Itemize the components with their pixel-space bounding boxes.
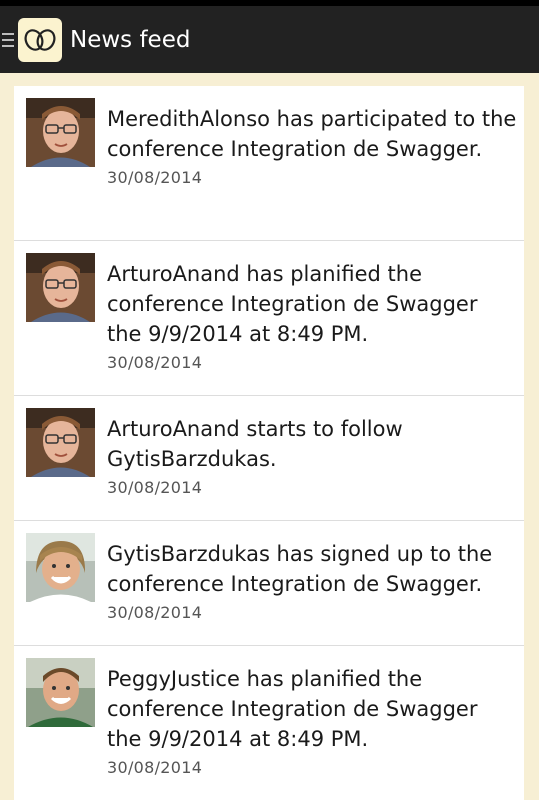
feed-date: 30/08/2014	[107, 168, 203, 187]
hamburger-menu-icon[interactable]	[2, 32, 14, 47]
feed-date: 30/08/2014	[107, 603, 203, 622]
feed-date: 30/08/2014	[107, 478, 203, 497]
avatar[interactable]	[26, 533, 95, 602]
feed-item-text: ArturoAnand has planified the conference…	[107, 259, 518, 372]
feed-item-text: MeredithAlonso has participated to the c…	[107, 104, 518, 187]
news-feed-list: MeredithAlonso has participated to the c…	[14, 86, 524, 800]
feed-message: MeredithAlonso has participated to the c…	[107, 107, 517, 161]
feed-item-text: GytisBarzdukas has signed up to the conf…	[107, 539, 518, 622]
avatar[interactable]	[26, 658, 95, 727]
feed-item-text: PeggyJustice has planified the conferenc…	[107, 664, 518, 777]
feed-item-text: ArturoAnand starts to follow GytisBarzdu…	[107, 414, 518, 497]
avatar[interactable]	[26, 408, 95, 477]
feed-item[interactable]: MeredithAlonso has participated to the c…	[14, 86, 524, 241]
feed-item[interactable]: ArturoAnand has planified the conference…	[14, 241, 524, 396]
feed-item[interactable]: GytisBarzdukas has signed up to the conf…	[14, 521, 524, 646]
avatar[interactable]	[26, 253, 95, 322]
feed-date: 30/08/2014	[107, 758, 203, 777]
feed-message: ArturoAnand has planified the conference…	[107, 262, 478, 346]
action-bar: News feed	[0, 6, 539, 73]
feed-date: 30/08/2014	[107, 353, 203, 372]
feed-item[interactable]: PeggyJustice has planified the conferenc…	[14, 646, 524, 800]
feed-message: GytisBarzdukas has signed up to the conf…	[107, 542, 493, 596]
feed-message: PeggyJustice has planified the conferenc…	[107, 667, 478, 751]
page-title: News feed	[70, 26, 191, 53]
avatar[interactable]	[26, 98, 95, 167]
app-logo-icon[interactable]	[18, 17, 62, 62]
feed-item[interactable]: ArturoAnand starts to follow GytisBarzdu…	[14, 396, 524, 521]
feed-message: ArturoAnand starts to follow GytisBarzdu…	[107, 417, 403, 471]
